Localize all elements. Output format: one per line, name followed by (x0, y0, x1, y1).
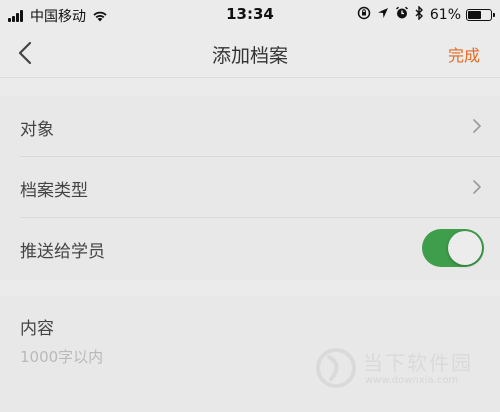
status-right: 61% (357, 5, 495, 24)
alarm-icon (395, 6, 409, 24)
row-push-to-student: 推送给学员 (0, 218, 500, 279)
content-label: 内容 (20, 319, 54, 339)
watermark: 当下软件园 www.downxia.com (315, 345, 495, 405)
battery-icon (466, 9, 495, 21)
watermark-text: 当下软件园 (363, 351, 473, 375)
row-push-to-student-label: 推送给学员 (20, 242, 105, 262)
rotation-lock-icon (357, 6, 371, 24)
row-object[interactable]: 对象 (0, 96, 500, 157)
form-group-main: 对象 档案类型 推送给学员 (0, 96, 500, 280)
watermark-url: www.downxia.com (365, 375, 459, 386)
location-icon (377, 7, 389, 23)
chevron-right-icon (473, 180, 481, 194)
watermark-logo-icon (316, 348, 356, 388)
row-archive-type-label: 档案类型 (20, 181, 88, 201)
row-archive-type[interactable]: 档案类型 (0, 157, 500, 218)
page-title: 添加档案 (211, 45, 288, 67)
toggle-knob (448, 231, 482, 265)
push-to-student-toggle[interactable] (422, 229, 484, 267)
battery-fill (468, 11, 481, 19)
chevron-right-icon (473, 119, 481, 133)
done-button[interactable]: 完成 (448, 42, 480, 66)
bluetooth-icon (415, 5, 424, 24)
battery-percent: 61% (429, 7, 461, 23)
row-object-label: 对象 (20, 120, 54, 140)
status-bar: 中国移动 13:34 61% (0, 0, 500, 28)
nav-bar: 添加档案 完成 (0, 28, 500, 78)
